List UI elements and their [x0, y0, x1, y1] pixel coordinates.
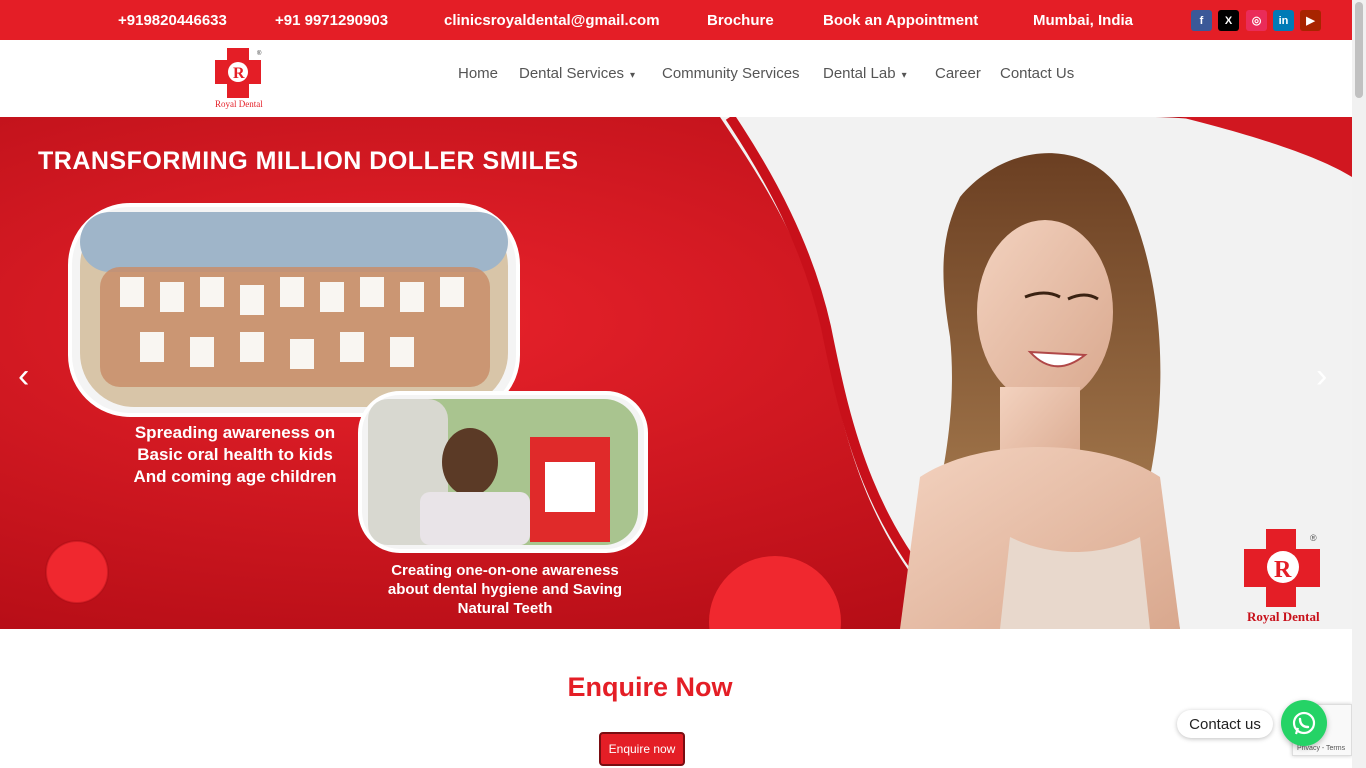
phone-link-2[interactable]: +91 9971290903	[275, 12, 388, 29]
slider-next-arrow[interactable]: ›	[1316, 357, 1327, 396]
svg-text:R: R	[233, 65, 245, 82]
svg-text:®: ®	[1310, 533, 1317, 543]
svg-text:R: R	[1274, 557, 1292, 583]
nav-career[interactable]: Career	[935, 65, 981, 82]
nav-dental-lab[interactable]: Dental Lab ▾	[823, 65, 907, 82]
logo-text: Royal Dental	[215, 99, 263, 109]
caption-line: about dental hygiene and Saving	[387, 581, 623, 598]
nav-contact-us[interactable]: Contact Us	[1000, 65, 1074, 82]
royal-dental-logo[interactable]: R ® Royal Dental	[213, 48, 265, 110]
slider-prev-arrow[interactable]: ‹	[18, 357, 29, 396]
nav-community-services[interactable]: Community Services	[662, 65, 800, 82]
enquire-now-heading: Enquire Now	[567, 672, 733, 702]
nav-dental-services[interactable]: Dental Services ▾	[519, 65, 635, 82]
facebook-icon[interactable]: f	[1191, 10, 1212, 31]
caption-line: Creating one-on-one awareness	[391, 562, 619, 579]
caption-line: Basic oral health to kids	[137, 445, 333, 464]
svg-text:®: ®	[257, 50, 262, 57]
whatsapp-button[interactable]	[1281, 700, 1327, 746]
hero-title: TRANSFORMING MILLION DOLLER SMILES	[38, 147, 579, 175]
hero-background: R ®	[0, 117, 1352, 629]
hero-caption-awareness: Creating one-on-one awareness about dent…	[370, 561, 640, 618]
brochure-link[interactable]: Brochure	[707, 12, 774, 29]
caption-line: Natural Teeth	[457, 600, 553, 617]
scrollbar-thumb[interactable]	[1355, 2, 1363, 98]
x-twitter-icon[interactable]: X	[1218, 10, 1239, 31]
chevron-down-icon: ▾	[630, 70, 636, 81]
nav-home[interactable]: Home	[458, 65, 498, 82]
chevron-down-icon: ▾	[901, 70, 907, 81]
hero-caption-kids: Spreading awareness on Basic oral health…	[120, 422, 350, 488]
location-text: Mumbai, India	[1033, 12, 1134, 29]
book-appointment-link[interactable]: Book an Appointment	[823, 12, 978, 29]
instagram-icon[interactable]: ◎	[1246, 10, 1267, 31]
recaptcha-privacy-terms[interactable]: Privacy - Terms	[1297, 745, 1345, 752]
youtube-icon[interactable]: ▶	[1300, 10, 1321, 31]
page-scrollbar[interactable]	[1352, 0, 1366, 768]
nav-dental-services-label: Dental Services	[519, 65, 625, 82]
email-link[interactable]: clinicsroyaldental@gmail.com	[444, 12, 660, 29]
whatsapp-icon	[1292, 711, 1316, 735]
caption-line: Spreading awareness on	[134, 423, 336, 442]
caption-line: And coming age children	[133, 467, 337, 486]
contact-us-label[interactable]: Contact us	[1177, 710, 1273, 738]
site-header: R ® Royal Dental Home Dental Services ▾ C…	[0, 40, 1352, 117]
linkedin-icon[interactable]: in	[1273, 10, 1294, 31]
hero-slider: R ® TRANSFORMING MILLION DOLLER SMILES S…	[0, 117, 1352, 629]
enquire-now-button[interactable]: Enquire now	[599, 732, 685, 766]
hero-logo-text: Royal Dental	[1247, 609, 1320, 624]
nav-dental-lab-label: Dental Lab	[823, 65, 896, 82]
phone-link-1[interactable]: +919820446633	[118, 12, 227, 29]
top-contact-bar: +919820446633 +91 9971290903 clinicsroya…	[0, 0, 1352, 40]
